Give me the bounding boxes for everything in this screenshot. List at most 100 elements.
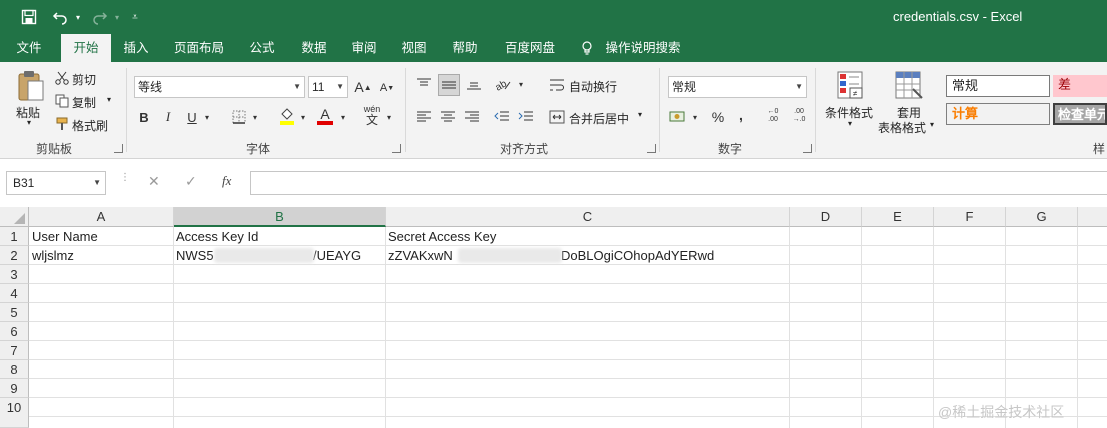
select-all-button[interactable] [0,207,29,227]
row-header-2[interactable]: 2 [0,246,29,265]
tell-me-search[interactable]: 操作说明搜索 [602,34,684,62]
bold-button[interactable]: B [136,107,152,127]
number-format-select[interactable]: 常规 ▼ [668,76,807,98]
name-box-dropdown-icon[interactable]: ▼ [93,172,101,194]
row-header-6[interactable]: 6 [0,322,29,341]
conditional-formatting-icon[interactable]: ≠ [836,70,866,102]
format-as-table-icon[interactable] [894,70,924,102]
tab-home[interactable]: 开始 [61,34,111,62]
formula-input[interactable] [250,171,1107,195]
copy-icon[interactable] [54,93,70,109]
wrap-text-icon[interactable] [548,76,566,94]
font-size-dropdown-icon[interactable]: ▼ [336,77,344,97]
cell-b1[interactable]: Access Key Id [173,227,385,246]
row-header-5[interactable]: 5 [0,303,29,322]
phonetic-guide-icon[interactable]: wén 文 [362,105,382,127]
borders-icon[interactable] [230,108,248,126]
decrease-indent-icon[interactable] [492,107,512,127]
underline-button[interactable]: U [184,107,200,127]
alignment-launcher-icon[interactable] [647,144,656,153]
tab-review[interactable]: 审阅 [346,34,382,62]
conditional-formatting-dropdown-icon[interactable]: ▾ [848,119,852,128]
copy-dropdown-icon[interactable]: ▾ [107,95,111,104]
align-center-icon[interactable] [438,107,458,127]
increase-font-size-icon[interactable]: A ▲ [354,76,372,98]
align-top-icon[interactable] [414,74,434,94]
column-header-d[interactable]: D [790,207,862,227]
cut-button[interactable]: 剪切 [72,71,96,88]
align-bottom-icon[interactable] [464,74,484,94]
orientation-dropdown-icon[interactable]: ▾ [516,74,526,94]
row-header-4[interactable]: 4 [0,284,29,303]
tab-help[interactable]: 帮助 [447,34,483,62]
tab-insert[interactable]: 插入 [116,34,156,62]
increase-indent-icon[interactable] [516,107,536,127]
font-name-dropdown-icon[interactable]: ▼ [293,77,301,97]
format-as-table-dropdown-icon[interactable]: ▾ [930,120,934,129]
font-color-icon[interactable]: A [316,105,334,127]
merge-dropdown-icon[interactable]: ▾ [638,110,642,119]
accounting-dropdown-icon[interactable]: ▾ [690,107,700,127]
redo-icon[interactable] [88,7,112,27]
column-header-e[interactable]: E [862,207,934,227]
format-painter-button[interactable]: 格式刷 [72,117,108,134]
row-header-8[interactable]: 8 [0,360,29,379]
fill-color-dropdown-icon[interactable]: ▾ [298,107,308,127]
font-color-dropdown-icon[interactable]: ▾ [338,107,348,127]
undo-icon[interactable] [48,7,72,27]
customize-qat-icon[interactable]: ⩡ [128,7,142,27]
column-header-g[interactable]: G [1006,207,1078,227]
column-header-c[interactable]: C [386,207,790,227]
cell-c1[interactable]: Secret Access Key [385,227,789,246]
borders-dropdown-icon[interactable]: ▾ [250,107,260,127]
font-size-select[interactable]: 11 ▼ [308,76,348,98]
format-as-table-button[interactable]: 表格格式 [878,119,926,136]
style-normal[interactable]: 常规 [946,75,1050,97]
scissors-icon[interactable] [54,70,70,86]
number-format-dropdown-icon[interactable]: ▼ [795,77,803,97]
style-calculation[interactable]: 计算 [946,103,1050,125]
row-header-10[interactable]: 10 [0,398,29,428]
clipboard-launcher-icon[interactable] [114,144,123,153]
column-header-f[interactable]: F [934,207,1006,227]
increase-decimal-icon[interactable]: ←0.00 [762,105,784,127]
style-bad[interactable]: 差 [1053,75,1107,97]
align-middle-icon[interactable] [438,74,460,96]
save-icon[interactable] [18,7,40,27]
undo-dropdown-icon[interactable]: ▾ [72,7,84,27]
tab-page-layout[interactable]: 页面布局 [168,34,230,62]
column-header-b[interactable]: B [174,207,386,227]
cell-a2[interactable]: wljslmz [29,246,173,265]
phonetic-dropdown-icon[interactable]: ▾ [384,107,394,127]
tab-baidu-netdisk[interactable]: 百度网盘 [498,34,562,62]
row-header-1[interactable]: 1 [0,227,29,246]
cell-c2[interactable]: zZVAKxwN DoBLOgiCOhopAdYERwd [385,246,789,265]
tab-file[interactable]: 文件 [6,34,52,62]
insert-function-button[interactable]: fx [222,173,240,193]
column-header-partial[interactable] [1078,207,1107,227]
percent-style-button[interactable]: % [708,107,728,127]
text-orientation-icon[interactable]: ab [492,74,514,94]
align-left-icon[interactable] [414,107,434,127]
redo-dropdown-icon[interactable]: ▾ [112,7,122,27]
tab-formulas[interactable]: 公式 [244,34,280,62]
underline-dropdown-icon[interactable]: ▾ [202,107,212,127]
cell-a1[interactable]: User Name [29,227,173,246]
number-launcher-icon[interactable] [803,144,812,153]
copy-button[interactable]: 复制 [72,94,96,111]
merge-center-icon[interactable] [548,108,566,126]
row-header-7[interactable]: 7 [0,341,29,360]
paste-dropdown-icon[interactable]: ▾ [27,118,31,127]
row-header-3[interactable]: 3 [0,265,29,284]
row-header-9[interactable]: 9 [0,379,29,398]
decrease-decimal-icon[interactable]: .00 →.0 [788,105,810,127]
name-box[interactable]: B31 ▼ [6,171,106,195]
lightbulb-icon[interactable] [580,34,594,62]
column-header-a[interactable]: A [29,207,174,227]
font-name-select[interactable]: 等线 ▼ [134,76,305,98]
font-launcher-icon[interactable] [392,144,401,153]
wrap-text-button[interactable]: 自动换行 [569,78,617,95]
comma-style-button[interactable]: , [734,105,748,125]
style-check-cell[interactable]: 检查单元 [1053,103,1107,125]
italic-button[interactable]: I [160,107,176,127]
